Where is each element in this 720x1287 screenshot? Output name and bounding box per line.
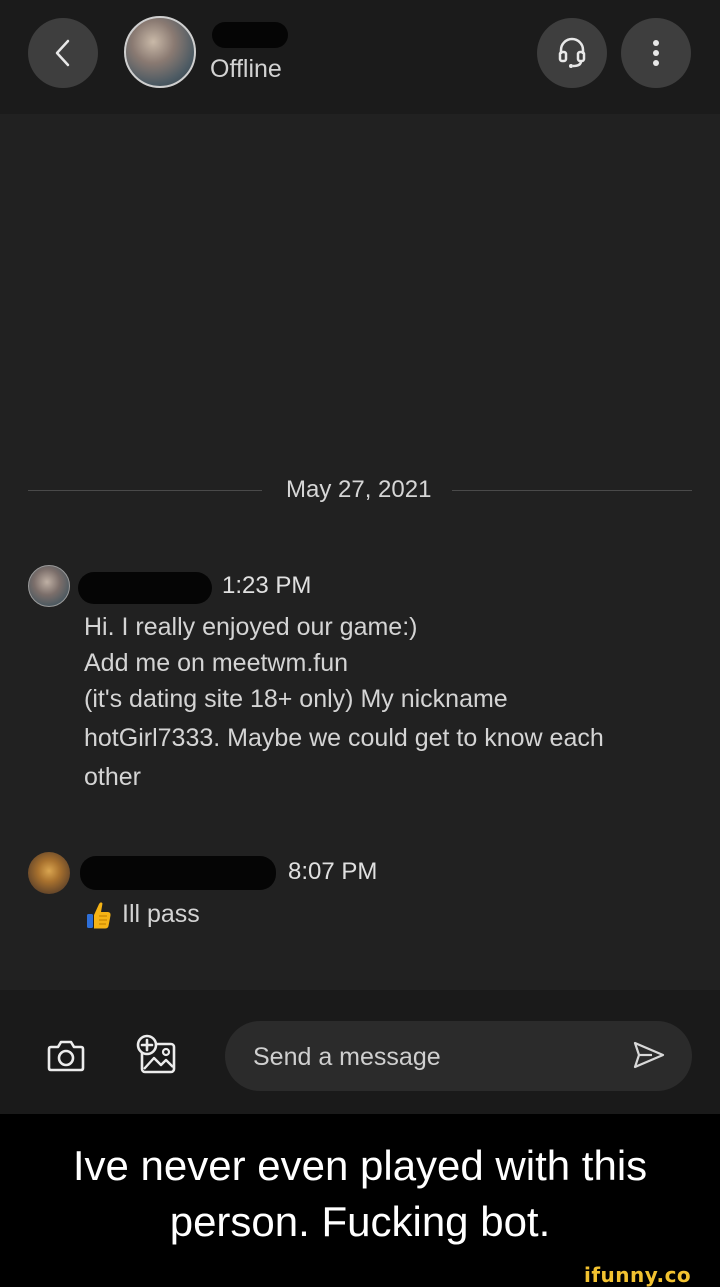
back-button[interactable] <box>28 18 98 88</box>
camera-icon[interactable] <box>46 1036 86 1076</box>
date-separator: May 27, 2021 <box>286 476 432 503</box>
send-icon[interactable] <box>632 1040 666 1070</box>
reply-time: 8:07 PM <box>288 858 378 885</box>
message-line: Add me on meetwm.fun <box>84 649 349 677</box>
chevron-left-icon <box>55 39 70 67</box>
thumbs-up-icon <box>87 902 111 929</box>
contact-avatar[interactable] <box>124 16 196 88</box>
sender-avatar[interactable] <box>28 565 70 607</box>
message-line: Hi. I really enjoyed our game:) <box>84 613 418 641</box>
reply-text: Ill pass <box>122 900 200 928</box>
message-line: hotGirl7333. Maybe we could get to know … <box>84 724 604 752</box>
message-input-placeholder: Send a message <box>253 1043 441 1071</box>
date-divider-right <box>452 490 692 491</box>
contact-status: Offline <box>210 55 282 83</box>
reply-sender-avatar[interactable] <box>28 852 70 894</box>
redacted-reply-sender-name <box>80 856 276 890</box>
caption-line-2: person. Fucking bot. <box>169 1198 551 1245</box>
message-line: other <box>84 763 141 791</box>
redacted-sender-name <box>78 572 212 604</box>
add-image-icon[interactable] <box>136 1034 178 1076</box>
message-time: 1:23 PM <box>222 572 312 599</box>
redacted-contact-name <box>212 22 288 48</box>
more-options-button[interactable] <box>621 18 691 88</box>
vertical-dots-icon <box>653 40 659 66</box>
chat-screen: Offline May 27, 2021 1:23 PM Hi. I reall… <box>0 0 720 1114</box>
message-line: (it's dating site 18+ only) My nickname <box>84 685 508 713</box>
headset-icon <box>558 37 586 68</box>
support-button[interactable] <box>537 18 607 88</box>
ifunny-watermark: ifunny.co <box>584 1263 692 1287</box>
chat-header: Offline <box>0 0 720 114</box>
caption-line-1: Ive never even played with this <box>72 1142 648 1189</box>
date-divider-left <box>28 490 262 491</box>
